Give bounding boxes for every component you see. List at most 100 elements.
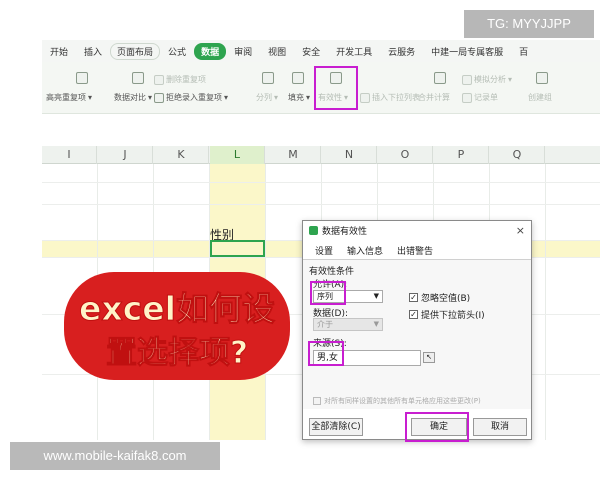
highlight-duplicates-label: 高亮重复项 — [46, 93, 86, 102]
validity-icon — [330, 72, 342, 84]
validity-button[interactable]: 有效性 ▾ — [318, 92, 348, 103]
record-list-icon — [462, 92, 472, 103]
delete-dup-icon — [154, 74, 164, 85]
screenshot-canvas: 开始 插入 页面布局 公式 数据 审阅 视图 安全 开发工具 云服务 中建一局专… — [0, 0, 600, 480]
menu-data[interactable]: 数据 — [194, 42, 227, 60]
fill-button[interactable]: 填充 ▾ — [288, 92, 310, 103]
grid-line — [42, 204, 600, 205]
column-header-m[interactable]: M — [266, 146, 321, 164]
data-select-value: 介于 — [317, 320, 333, 329]
ribbon-toolbar: 高亮重复项 ▾ 数据对比 ▾ 删除重复项 拒绝录入重复项 ▾ 分列 ▾ 填充 ▾ 有效性 ▾… — [42, 62, 600, 114]
fill-label: 填充 — [288, 93, 304, 102]
delete-duplicates-label: 删除重复项 — [166, 75, 206, 84]
column-header-p[interactable]: P — [434, 146, 489, 164]
checkbox-empty-icon — [313, 397, 321, 405]
tab-settings[interactable]: 设置 — [315, 244, 333, 257]
insert-dropdown-button[interactable]: 插入下拉列表 — [360, 92, 420, 103]
delete-duplicates-button[interactable]: 删除重复项 — [154, 74, 206, 85]
insert-dropdown-label: 插入下拉列表 — [372, 93, 420, 102]
formula-bar-area — [42, 114, 600, 146]
compare-icon — [132, 72, 144, 84]
watermark-bottom: www.mobile-kaifak8.com — [10, 442, 220, 470]
watermark-top: TG: MYYJJPP — [464, 10, 594, 38]
menu-review[interactable]: 审阅 — [226, 45, 260, 58]
merge-calc-icon — [434, 72, 446, 84]
simulate-icon — [462, 74, 472, 85]
allow-select[interactable]: 序列 ▼ — [313, 290, 383, 303]
range-picker-icon[interactable]: ↖ — [423, 352, 435, 363]
highlight-duplicates-button[interactable]: 高亮重复项 ▾ — [46, 92, 92, 103]
data-compare-button[interactable]: 数据对比 ▾ — [114, 92, 152, 103]
merge-calc-label: 合并计算 — [418, 93, 450, 102]
dialog-tabs: 设置 输入信息 出错警告 — [303, 241, 531, 259]
menu-support[interactable]: 中建一局专属客服 — [423, 45, 511, 58]
close-icon[interactable]: × — [516, 224, 525, 237]
grid-line — [545, 164, 546, 440]
menu-cloud[interactable]: 云服务 — [380, 45, 423, 58]
record-list-label: 记录单 — [474, 93, 498, 102]
reject-duplicates-label: 拒绝录入重复项 — [166, 93, 222, 102]
split-button[interactable]: 分列 ▾ — [256, 92, 278, 103]
data-validation-dialog: 数据有效性 × 设置 输入信息 出错警告 有效性条件 允许(A): 序列 ▼ 数据… — [302, 220, 532, 440]
ignore-blank-label: 忽略空值(B) — [421, 294, 471, 304]
tab-error-alert[interactable]: 出错警告 — [397, 244, 433, 257]
menu-insert[interactable]: 插入 — [76, 45, 110, 58]
source-label: 来源(S): — [313, 339, 347, 349]
grid-line — [42, 182, 600, 183]
reject-duplicates-button[interactable]: 拒绝录入重复项 ▾ — [154, 92, 228, 103]
checkbox-checked-icon: ✓ — [409, 293, 418, 302]
column-header-q[interactable]: Q — [490, 146, 545, 164]
create-group-icon — [536, 72, 548, 84]
cancel-button[interactable]: 取消 — [473, 418, 527, 436]
menu-more[interactable]: 百 — [511, 45, 536, 58]
menu-view[interactable]: 视图 — [260, 45, 294, 58]
title-line-1: excel如何设 — [79, 289, 276, 329]
simulate-label: 模拟分析 — [474, 75, 506, 84]
active-cell[interactable] — [210, 240, 265, 257]
menu-dev-tools[interactable]: 开发工具 — [328, 45, 380, 58]
merge-calc-button[interactable]: 合并计算 — [418, 92, 450, 103]
allow-label: 允许(A): — [313, 280, 348, 290]
fill-icon — [292, 72, 304, 84]
source-input[interactable]: 男,女 — [313, 350, 421, 366]
dropdown-arrow-label: 提供下拉箭头(I) — [421, 311, 485, 321]
column-header-row: I J K L M N O P Q — [42, 146, 600, 164]
split-icon — [262, 72, 274, 84]
title-line-2: 置选择项? — [106, 335, 249, 372]
column-header-j[interactable]: J — [98, 146, 153, 164]
clear-all-button[interactable]: 全部清除(C) — [309, 418, 363, 436]
column-header-o[interactable]: O — [378, 146, 433, 164]
reject-dup-icon — [154, 92, 164, 103]
apply-all-checkbox[interactable]: 对所有同样设置的其他所有单元格应用这些更改(P) — [313, 396, 481, 406]
data-select[interactable]: 介于 ▼ — [313, 318, 383, 331]
create-group-label: 创建组 — [528, 93, 552, 102]
simulate-button[interactable]: 模拟分析 ▾ — [462, 74, 512, 85]
menu-page-layout[interactable]: 页面布局 — [110, 42, 161, 60]
allow-select-value: 序列 — [317, 292, 333, 301]
column-header-n[interactable]: N — [322, 146, 377, 164]
validity-label: 有效性 — [318, 93, 342, 102]
checkbox-checked-icon: ✓ — [409, 310, 418, 319]
dialog-titlebar: 数据有效性 — [303, 221, 531, 239]
column-header-i[interactable]: I — [42, 146, 97, 164]
app-icon — [309, 225, 318, 235]
column-header-k[interactable]: K — [154, 146, 209, 164]
create-group-button[interactable]: 创建组 — [528, 92, 552, 103]
ignore-blank-checkbox[interactable]: ✓ 忽略空值(B) — [409, 291, 470, 304]
dialog-title: 数据有效性 — [322, 226, 368, 237]
record-list-button[interactable]: 记录单 — [462, 92, 498, 103]
dropdown-arrow-checkbox[interactable]: ✓ 提供下拉箭头(I) — [409, 308, 485, 321]
apply-all-label: 对所有同样设置的其他所有单元格应用这些更改(P) — [324, 397, 481, 405]
insert-dropdown-icon — [360, 92, 370, 103]
menu-bar: 开始 插入 页面布局 公式 数据 审阅 视图 安全 开发工具 云服务 中建一局专… — [42, 40, 600, 62]
tab-input-message[interactable]: 输入信息 — [347, 244, 383, 257]
highlight-dup-icon — [76, 72, 88, 84]
section-title: 有效性条件 — [309, 267, 355, 277]
data-compare-label: 数据对比 — [114, 93, 146, 102]
column-header-l[interactable]: L — [210, 146, 265, 164]
chevron-down-icon: ▼ — [373, 320, 379, 328]
menu-formula[interactable]: 公式 — [160, 45, 194, 58]
ok-button[interactable]: 确定 — [411, 418, 467, 436]
menu-security[interactable]: 安全 — [294, 45, 328, 58]
menu-start[interactable]: 开始 — [42, 45, 76, 58]
